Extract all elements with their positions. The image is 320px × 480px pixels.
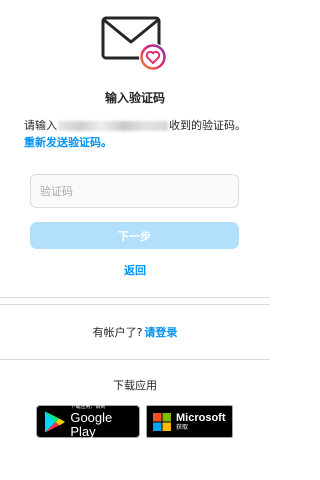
login-link[interactable]: 请登录 [144,324,177,340]
next-button[interactable]: 下一步 [30,222,239,249]
verification-code-input[interactable] [30,174,239,208]
login-prompt: 有帐户了? [92,326,143,339]
redacted-phone [58,121,168,131]
page-title: 输入验证码 [104,91,165,105]
login-panel: 有帐户了? 请登录 [0,304,270,360]
microsoft-store-badge[interactable]: Microsoft 获取 [146,405,233,438]
instruction-suffix: 收到的验证码。 [169,119,246,132]
back-link[interactable]: 返回 [0,262,270,278]
google-play-icon [44,410,65,433]
microsoft-logo-icon [153,412,171,431]
google-play-badge[interactable]: 下载应用，请到 Google Play [36,404,140,439]
verification-panel: 输入验证码 请输入 收到的验证码。 重新发送验证码。 下一步 返回 [0,0,270,298]
instruction-text: 请输入 收到的验证码。 重新发送验证码。 [24,117,250,151]
microsoft-small-text: 获取 [176,423,189,431]
microsoft-label: Microsoft [176,411,226,424]
envelope-heart-icon [97,14,177,78]
google-play-label: Google Play [70,410,113,439]
download-title: 下载应用 [113,379,157,392]
resend-code-link[interactable]: 重新发送验证码。 [24,136,112,149]
instruction-prefix: 请输入 [24,119,57,132]
